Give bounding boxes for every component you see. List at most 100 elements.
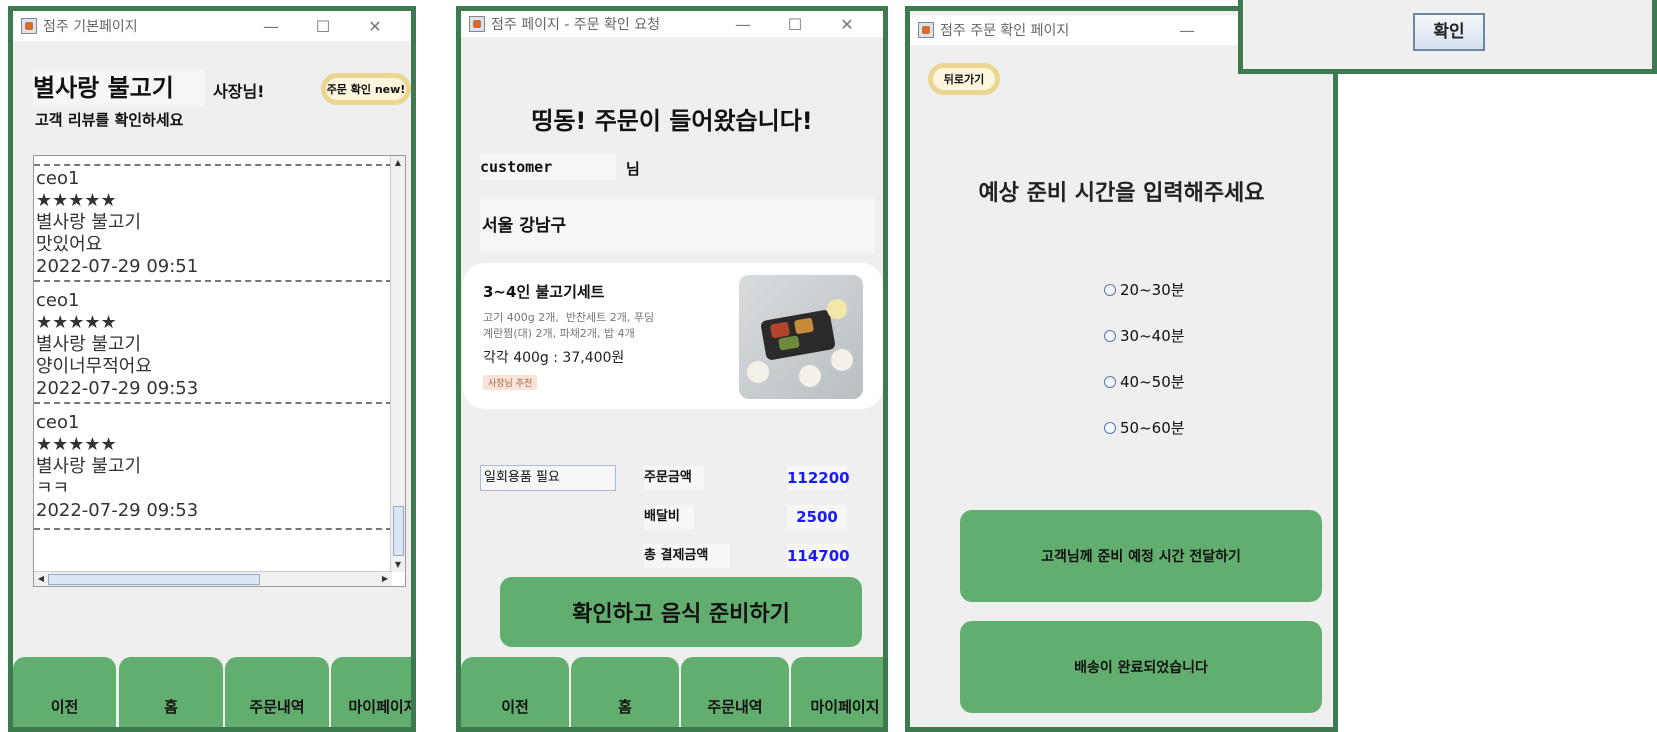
bowl-icon xyxy=(827,299,847,319)
close-icon[interactable]: ✕ xyxy=(349,17,401,36)
disposable-field[interactable]: 일회용품 필요 xyxy=(480,465,616,491)
scroll-thumb[interactable] xyxy=(393,506,404,556)
review-menu: 별사랑 불고기 xyxy=(36,456,142,477)
store-name: 별사랑 불고기 xyxy=(33,71,205,105)
option-label: 40~50분 xyxy=(1120,373,1185,391)
horizontal-scrollbar[interactable]: ◀ ▶ xyxy=(34,571,392,586)
review-stars: ★★★★★ xyxy=(36,190,117,211)
radio-icon[interactable] xyxy=(1104,421,1116,434)
vertical-scrollbar[interactable]: ▲ ▼ xyxy=(390,156,405,572)
scroll-right-icon[interactable]: ▶ xyxy=(378,572,392,586)
window-title: 점주 주문 확인 페이지 xyxy=(940,23,1070,39)
window-title: 점주 페이지 - 주문 확인 요청 xyxy=(491,17,660,33)
order-amount-label: 주문금액 xyxy=(644,466,704,490)
radio-icon[interactable] xyxy=(1104,283,1116,296)
review-user: ceo1 xyxy=(36,290,80,311)
product-price: 각각 400g : 37,400원 xyxy=(483,350,625,366)
bottom-tab-bar: 이전 홈 주문내역 마이페이지 xyxy=(13,657,411,727)
review-date: 2022-07-29 09:51 xyxy=(36,256,199,277)
total-label: 총 결제금액 xyxy=(644,544,730,568)
product-desc-line-2: 계란찜(대) 2개, 파채2개, 밥 4개 xyxy=(483,327,635,340)
review-list[interactable]: ceo1 ★★★★★ 별사랑 불고기 맛있어요 2022-07-29 09:51… xyxy=(33,155,406,587)
tab-home[interactable]: 홈 xyxy=(571,657,679,727)
radio-icon[interactable] xyxy=(1104,329,1116,342)
review-item: ceo1 ★★★★★ 별사랑 불고기 양이너무적어요 2022-07-29 09… xyxy=(34,290,392,400)
order-check-button[interactable]: 주문 확인 new! xyxy=(321,73,411,105)
option-label: 50~60분 xyxy=(1120,419,1185,437)
minimize-icon[interactable]: — xyxy=(245,17,297,36)
review-user: ceo1 xyxy=(36,412,80,433)
bowl-icon xyxy=(831,349,853,371)
prep-time-option-50-60[interactable]: 50~60분 xyxy=(1104,417,1185,438)
tab-order-history[interactable]: 주문내역 xyxy=(681,657,789,727)
order-request-window: 점주 페이지 - 주문 확인 요청 — ☐ ✕ 띵동! 주문이 들어왔습니다! … xyxy=(456,6,888,732)
customer-name: customer xyxy=(480,154,616,180)
tab-order-history[interactable]: 주문내역 xyxy=(225,657,329,727)
tab-home[interactable]: 홈 xyxy=(119,657,223,727)
java-app-icon xyxy=(918,22,934,38)
order-confirm-window: 점주 주문 확인 페이지 — 뒤로가기 예상 준비 시간을 입력해주세요 20~… xyxy=(905,6,1338,732)
review-text: 양이너무적어요 xyxy=(36,356,152,377)
tab-prev[interactable]: 이전 xyxy=(461,657,569,727)
maximize-icon[interactable]: ☐ xyxy=(769,15,821,34)
product-card: 3~4인 불고기세트 고기 400g 2개, 반찬세트 2개, 푸딩 계란찜(대… xyxy=(463,263,883,409)
title-bar: 점주 페이지 - 주문 확인 요청 — ☐ ✕ xyxy=(461,11,883,37)
review-menu: 별사랑 불고기 xyxy=(36,212,142,233)
review-item: ceo1 ★★★★★ 별사랑 불고기 맛있어요 2022-07-29 09:51 xyxy=(34,168,392,278)
scroll-up-icon[interactable]: ▲ xyxy=(391,156,405,170)
review-date: 2022-07-29 09:53 xyxy=(36,500,199,521)
delivery-address: 서울 강남구 xyxy=(480,199,875,253)
scroll-thumb[interactable] xyxy=(48,574,260,585)
back-button[interactable]: 뒤로가기 xyxy=(928,63,1000,95)
review-menu: 별사랑 불고기 xyxy=(36,334,142,355)
option-label: 20~30분 xyxy=(1120,281,1185,299)
product-desc-line-1: 고기 400g 2개, 반찬세트 2개, 푸딩 xyxy=(483,311,655,324)
order-amount: 112200 xyxy=(787,466,850,490)
review-item: ceo1 ★★★★★ 별사랑 불고기 ㅋㅋ 2022-07-29 09:53 xyxy=(34,412,392,522)
delivery-fee: 2500 xyxy=(787,505,847,529)
delivery-complete-button[interactable]: 배송이 완료되었습니다 xyxy=(960,621,1322,713)
total-amount: 114700 xyxy=(787,544,850,568)
scroll-down-icon[interactable]: ▼ xyxy=(391,558,405,572)
product-name: 3~4인 불고기세트 xyxy=(483,283,605,301)
review-text: 맛있어요 xyxy=(36,234,103,255)
prep-time-heading: 예상 준비 시간을 입력해주세요 xyxy=(978,181,1265,206)
window-title: 점주 기본페이지 xyxy=(43,19,138,35)
minimize-icon[interactable]: — xyxy=(1161,21,1213,40)
tab-mypage[interactable]: 마이페이지 xyxy=(791,657,883,727)
ok-button[interactable]: 확인 xyxy=(1413,13,1485,51)
review-stars: ★★★★★ xyxy=(36,312,117,333)
confirm-prepare-button[interactable]: 확인하고 음식 준비하기 xyxy=(500,577,862,647)
bottom-tab-bar: 이전 홈 주문내역 마이페이지 xyxy=(461,657,883,727)
minimize-icon[interactable]: — xyxy=(717,15,769,34)
java-app-icon xyxy=(469,16,485,32)
bowl-icon xyxy=(747,361,769,383)
delivery-fee-label: 배달비 xyxy=(644,505,694,529)
tab-prev[interactable]: 이전 xyxy=(13,657,116,727)
review-stars: ★★★★★ xyxy=(36,434,117,455)
prep-time-option-30-40[interactable]: 30~40분 xyxy=(1104,325,1185,346)
tab-mypage[interactable]: 마이페이지 xyxy=(331,657,411,727)
recommend-badge: 사장님 추천 xyxy=(483,375,538,390)
owner-label: 사장님! xyxy=(213,82,265,101)
owner-home-window: 점주 기본페이지 — ☐ ✕ 별사랑 불고기 사장님! 주문 확인 new! 고… xyxy=(8,6,416,732)
order-heading: 띵동! 주문이 들어왔습니다! xyxy=(531,107,813,135)
close-icon[interactable]: ✕ xyxy=(821,15,873,34)
prep-time-option-40-50[interactable]: 40~50분 xyxy=(1104,371,1185,392)
product-image xyxy=(739,275,863,399)
review-subtitle: 고객 리뷰를 확인하세요 xyxy=(35,111,184,129)
bowl-icon xyxy=(799,365,821,387)
prep-time-option-20-30[interactable]: 20~30분 xyxy=(1104,279,1185,300)
option-label: 30~40분 xyxy=(1120,327,1185,345)
review-user: ceo1 xyxy=(36,168,80,189)
scroll-left-icon[interactable]: ◀ xyxy=(34,572,48,586)
review-text: ㅋㅋ xyxy=(36,478,70,499)
java-app-icon xyxy=(21,18,37,34)
send-prep-time-button[interactable]: 고객님께 준비 예정 시간 전달하기 xyxy=(960,510,1322,602)
radio-icon[interactable] xyxy=(1104,375,1116,388)
title-bar: 점주 기본페이지 — ☐ ✕ xyxy=(13,11,411,41)
customer-suffix: 님 xyxy=(626,160,640,178)
confirm-dialog: 확인 xyxy=(1238,0,1657,74)
review-date: 2022-07-29 09:53 xyxy=(36,378,199,399)
maximize-icon[interactable]: ☐ xyxy=(297,17,349,36)
